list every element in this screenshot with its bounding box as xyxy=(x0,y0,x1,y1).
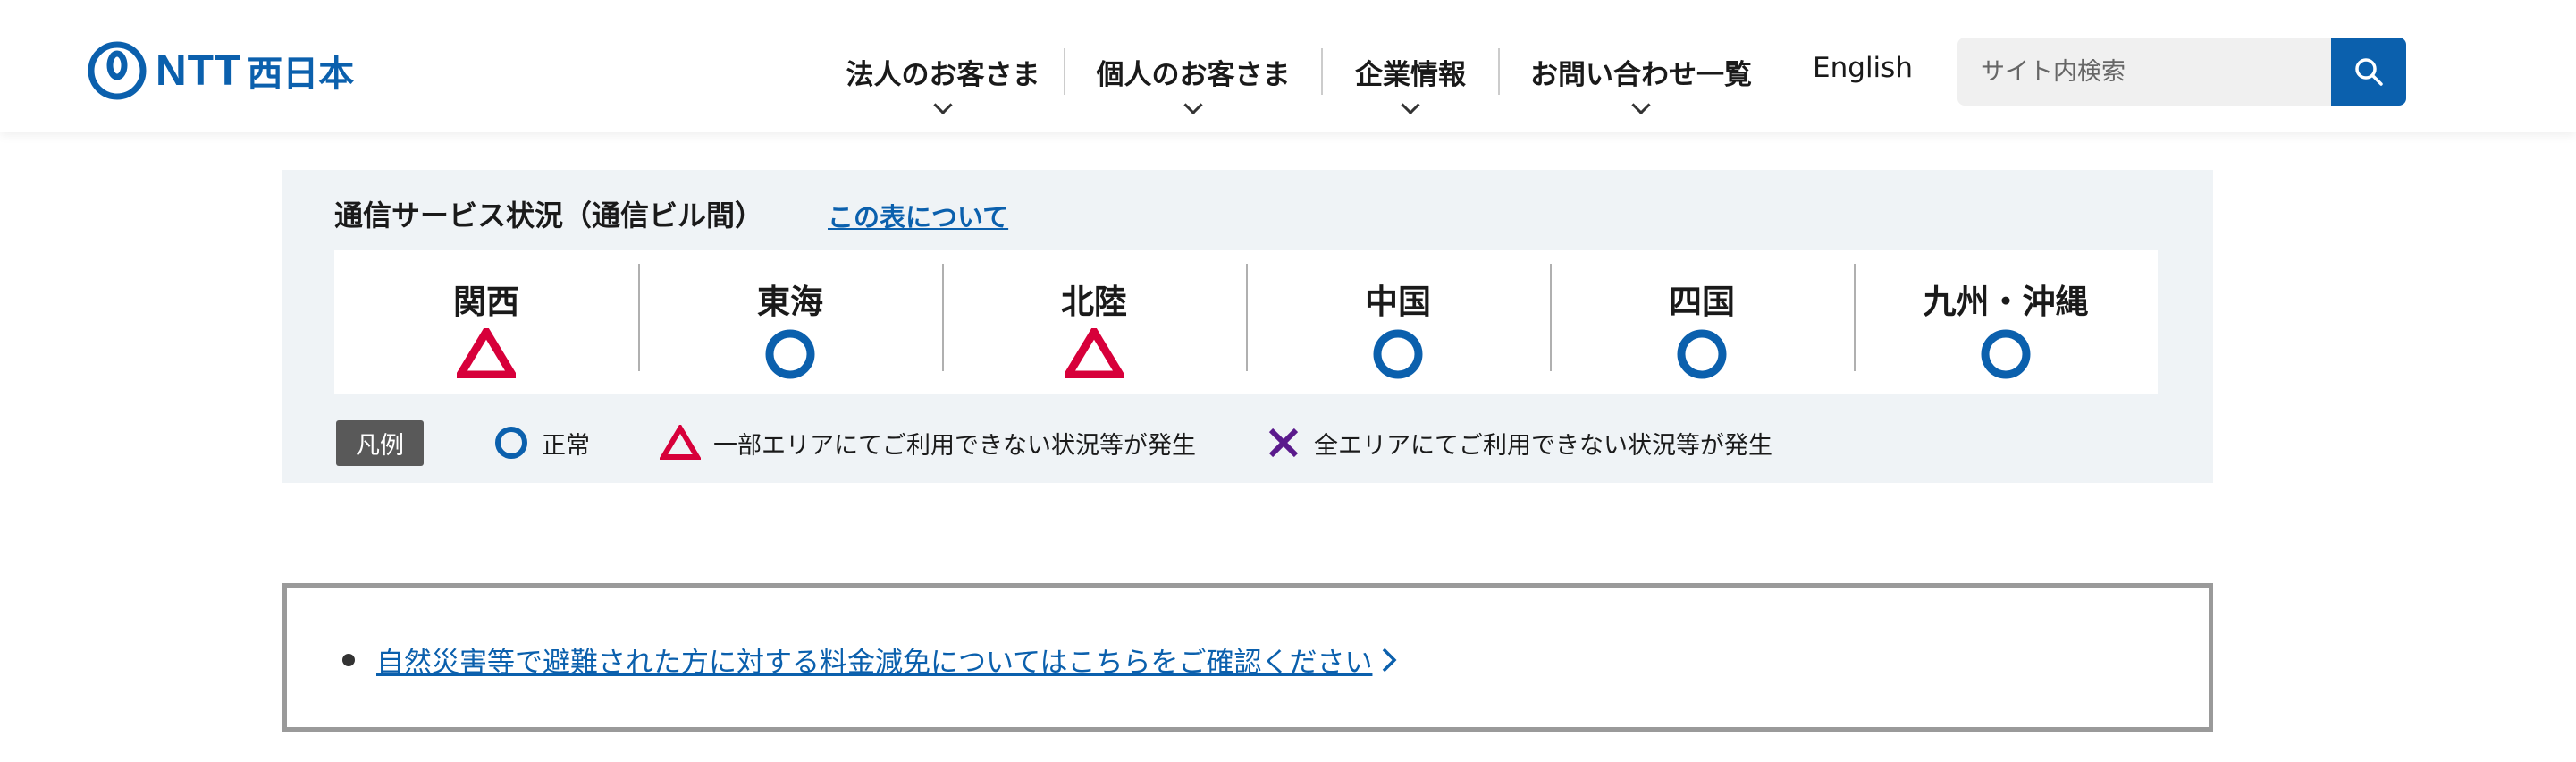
status-legend: 凡例 正常 一部エリアにてご利用できない状況等が発生 全エリアにてご利用できない… xyxy=(336,419,1772,466)
site-search xyxy=(1957,38,2406,106)
legend-item-outage: 全エリアにてご利用できない状況等が発生 xyxy=(1266,425,1772,461)
legend-item-normal: 正常 xyxy=(493,425,590,461)
service-status-panel: 通信サービス状況（通信ビル間） この表について 関西 東海 北陸 中国 四国 九… xyxy=(282,170,2213,483)
region-shikoku: 四国 xyxy=(1550,264,1854,380)
bullet xyxy=(342,653,355,666)
region-name: 九州・沖縄 xyxy=(1923,283,2089,321)
chevron-down-icon xyxy=(1183,95,1203,115)
search-icon xyxy=(2355,58,2383,86)
list-item: 自然災害等で避難された方に対する料金減免についてはこちらをご確認ください xyxy=(342,639,1399,680)
nav-label: 企業情報 xyxy=(1355,59,1466,91)
region-name: 東海 xyxy=(757,283,823,321)
region-kansai: 関西 xyxy=(334,264,638,380)
ntt-west-logo[interactable]: NTT 西日本 xyxy=(88,41,354,100)
nav-label: 法人のお客さま xyxy=(846,59,1040,91)
fee-reduction-link[interactable]: 自然災害等で避難された方に対する料金減免についてはこちらをご確認ください xyxy=(376,639,1372,680)
region-tokai: 東海 xyxy=(638,264,942,380)
triangle-icon xyxy=(457,328,516,378)
logo-text: NTT xyxy=(156,47,242,95)
nav-english[interactable]: English xyxy=(1782,36,1943,107)
nav-personal-customers[interactable]: 個人のお客さま xyxy=(1065,36,1321,115)
triangle-icon xyxy=(660,425,701,460)
region-name: 中国 xyxy=(1365,283,1431,321)
logo-text-jp: 西日本 xyxy=(247,54,355,95)
legend-tag: 凡例 xyxy=(336,419,424,466)
region-name: 関西 xyxy=(453,283,519,321)
chevron-down-icon xyxy=(1631,95,1651,115)
nav-label: お問い合わせ一覧 xyxy=(1530,59,1752,91)
region-hokuriku: 北陸 xyxy=(942,264,1246,380)
region-name: 北陸 xyxy=(1061,283,1127,321)
search-button[interactable] xyxy=(2331,38,2406,106)
circle-icon xyxy=(1981,329,2031,379)
nav-business-customers[interactable]: 法人のお客さま xyxy=(822,36,1064,115)
nav-label: English xyxy=(1813,52,1913,84)
triangle-icon xyxy=(1065,328,1124,378)
region-status-table: 関西 東海 北陸 中国 四国 九州・沖縄 xyxy=(334,250,2158,394)
nav-corporate-info[interactable]: 企業情報 xyxy=(1323,36,1498,115)
cross-icon xyxy=(1268,428,1299,458)
about-table-link[interactable]: この表について xyxy=(828,197,1008,234)
circle-icon xyxy=(765,329,815,379)
legend-label: 正常 xyxy=(542,431,590,460)
global-nav: 法人のお客さま 個人のお客さま 企業情報 お問い合わせ一覧 English xyxy=(822,36,1943,116)
ntt-logo-icon xyxy=(88,41,147,100)
search-input[interactable] xyxy=(1957,38,2331,106)
status-title: 通信サービス状況（通信ビル間） xyxy=(334,199,764,233)
circle-icon xyxy=(1373,329,1423,379)
circle-icon xyxy=(495,427,527,459)
notice-box: 自然災害等で避難された方に対する料金減免についてはこちらをご確認ください xyxy=(282,583,2213,732)
legend-label: 全エリアにてご利用できない状況等が発生 xyxy=(1314,431,1772,460)
legend-label: 一部エリアにてご利用できない状況等が発生 xyxy=(713,431,1196,460)
circle-icon xyxy=(1677,329,1727,379)
nav-label: 個人のお客さま xyxy=(1096,59,1291,91)
chevron-down-icon xyxy=(1401,95,1420,115)
chevron-down-icon xyxy=(933,95,953,115)
region-chugoku: 中国 xyxy=(1246,264,1550,380)
region-kyushu-okinawa: 九州・沖縄 xyxy=(1854,264,2158,380)
legend-item-partial: 一部エリアにてご利用できない状況等が発生 xyxy=(660,425,1196,461)
site-header: NTT 西日本 法人のお客さま 個人のお客さま 企業情報 お問い合わせ一覧 En… xyxy=(0,0,2576,132)
region-name: 四国 xyxy=(1669,283,1735,321)
nav-contact-list[interactable]: お問い合わせ一覧 xyxy=(1500,36,1782,115)
chevron-right-icon xyxy=(1383,648,1397,672)
